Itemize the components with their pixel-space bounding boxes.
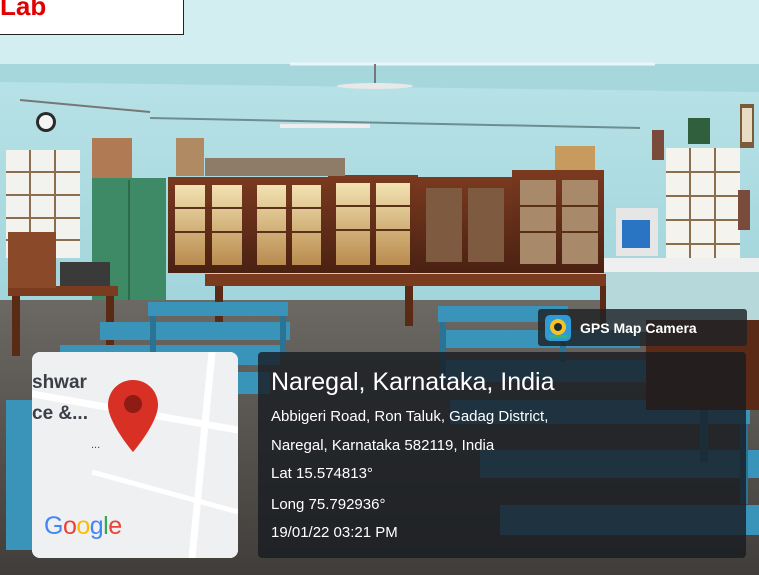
photo-page: Lab GPS Map Camera shwar ce &... ... Goo…	[0, 0, 759, 575]
location-title: Naregal, Karnataka, India	[271, 368, 555, 396]
gps-badge-label: GPS Map Camera	[580, 319, 697, 336]
address-line-1: Abbigeri Road, Ron Taluk, Gadag District…	[271, 408, 549, 425]
lab-label-box: Lab	[0, 0, 184, 35]
longitude: Long 75.792936°	[271, 496, 386, 513]
lab-label-text: Lab	[0, 0, 47, 21]
gps-map-camera-badge: GPS Map Camera	[538, 309, 747, 346]
gps-camera-app-icon	[545, 314, 571, 341]
location-info-panel: Naregal, Karnataka, India Abbigeri Road,…	[258, 352, 746, 558]
map-place-label-2: ce &...	[32, 403, 88, 424]
google-logo: Google	[44, 512, 122, 540]
address-line-2: Naregal, Karnataka 582119, India	[271, 437, 495, 454]
latitude: Lat 15.574813°	[271, 465, 373, 482]
timestamp: 19/01/22 03:21 PM	[271, 524, 398, 541]
map-dots: ...	[91, 439, 101, 451]
map-thumbnail: shwar ce &... ... Google	[32, 352, 238, 558]
map-place-label-1: shwar	[32, 372, 87, 393]
map-pin-icon	[108, 380, 158, 452]
